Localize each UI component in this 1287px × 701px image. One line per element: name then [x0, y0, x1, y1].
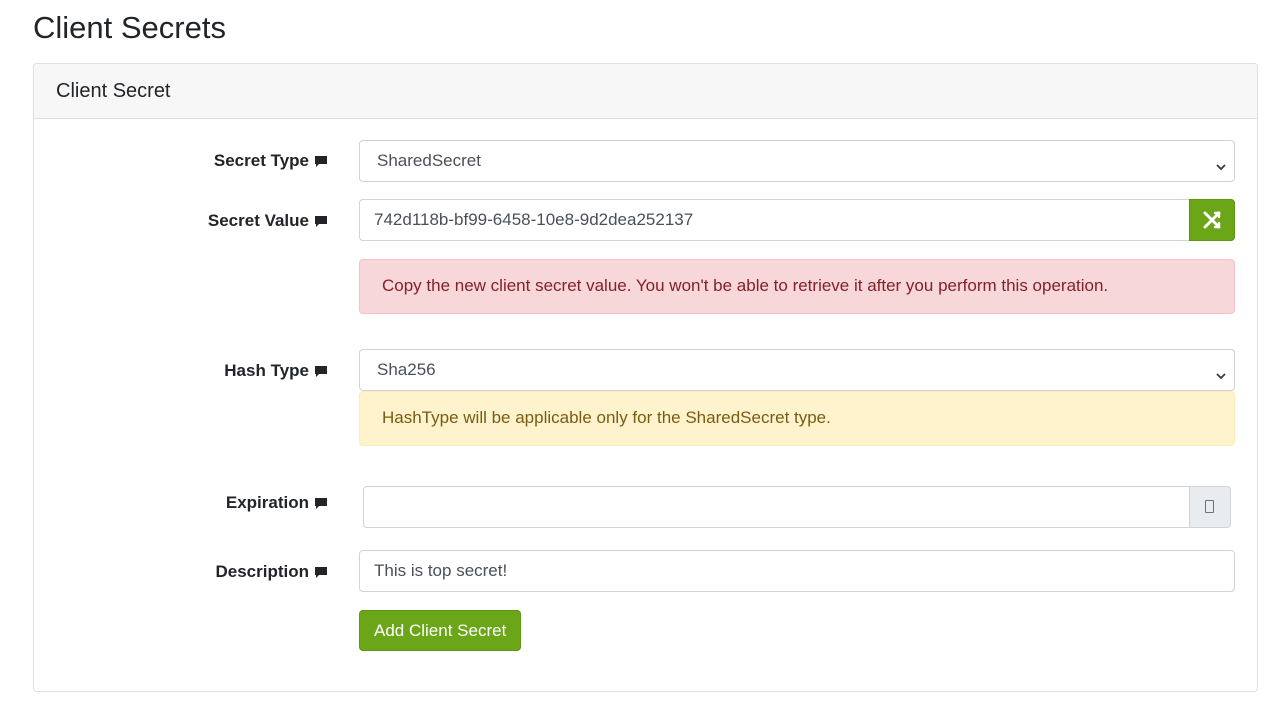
comment-icon [315, 566, 327, 578]
shuffle-icon [1203, 211, 1221, 229]
page-title: Client Secrets [33, 10, 226, 45]
hash-type-label-text: Hash Type [224, 361, 309, 380]
description-label: Description [215, 561, 327, 583]
description-value: This is top secret! [374, 561, 508, 580]
client-secret-card: Client Secret Secret Type SharedSecret S… [33, 63, 1258, 692]
generate-secret-button[interactable] [1189, 199, 1235, 241]
card-title: Client Secret [56, 80, 171, 102]
secret-copy-alert: Copy the new client secret value. You wo… [359, 259, 1235, 314]
secret-value-label-text: Secret Value [207, 211, 309, 230]
comment-icon [315, 215, 327, 227]
expiration-label: Expiration [226, 492, 327, 514]
secret-value-label: Secret Value [208, 210, 327, 232]
hash-type-select[interactable]: Sha256 [359, 349, 1235, 391]
description-input[interactable]: This is top secret! [359, 550, 1235, 592]
secret-value-input[interactable]: 742d118b-bf99-6458-10e8-9d2dea252137 [359, 199, 1190, 241]
expiration-input[interactable] [363, 486, 1190, 528]
chevron-down-icon [1216, 156, 1226, 171]
add-client-secret-button[interactable]: Add Client Secret [359, 610, 522, 651]
description-label-text: Description [215, 562, 309, 581]
expiration-label-text: Expiration [225, 493, 309, 512]
secret-type-value: SharedSecret [377, 151, 481, 170]
secret-type-label-text: Secret Type [213, 151, 309, 170]
hash-type-label: Hash Type [224, 360, 327, 382]
comment-icon [315, 155, 327, 167]
hash-type-value: Sha256 [377, 360, 436, 379]
expiration-picker-button[interactable] [1189, 486, 1231, 528]
calendar-icon [1205, 500, 1214, 513]
secret-value-text: 742d118b-bf99-6458-10e8-9d2dea252137 [374, 210, 694, 229]
secret-type-label: Secret Type [214, 150, 327, 172]
comment-icon [315, 365, 327, 377]
client-secrets-page: Client Secrets Client Secret Secret Type… [0, 0, 1287, 701]
comment-icon [315, 497, 327, 509]
secret-type-select[interactable]: SharedSecret [359, 140, 1235, 182]
chevron-down-icon [1216, 365, 1226, 380]
card-header: Client Secret [34, 64, 1257, 119]
hash-type-alert: HashType will be applicable only for the… [359, 391, 1235, 446]
